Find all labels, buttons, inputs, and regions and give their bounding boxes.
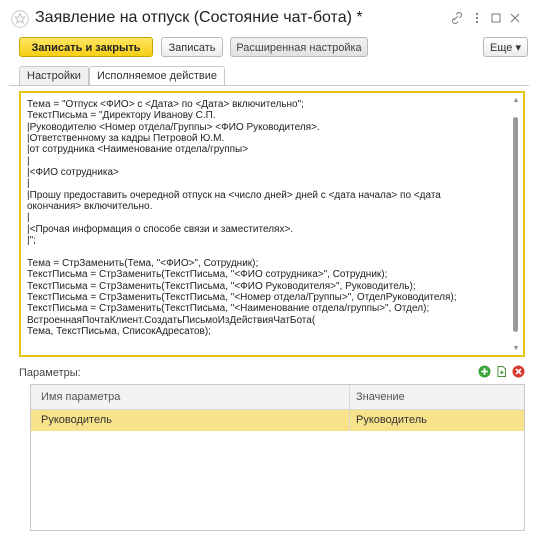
column-header-name[interactable]: Имя параметра: [41, 385, 120, 409]
more-vertical-icon[interactable]: [472, 9, 482, 27]
code-line: |Руководителю <Номер отдела/Группы> <ФИО…: [27, 121, 320, 133]
scroll-thumb[interactable]: [513, 117, 518, 332]
code-line: Тема = СтрЗаменить(Тема, "<ФИО>", Сотруд…: [27, 257, 259, 269]
code-line: ТекстПисьма = СтрЗаменить(ТекстПисьма, "…: [27, 280, 416, 292]
command-bar: Записать и закрыть Записать Расширенная …: [9, 37, 529, 61]
code-line: ТекстПисьма = СтрЗаменить(ТекстПисьма, "…: [27, 303, 430, 315]
maximize-icon[interactable]: [490, 9, 502, 27]
code-line: |: [27, 178, 30, 190]
code-line: Тема = "Отпуск <ФИО> с <Дата> по <Дата> …: [27, 99, 304, 110]
code-line: окончания> включительно.: [27, 201, 153, 213]
add-icon[interactable]: [478, 365, 491, 378]
table-header: Имя параметра Значение: [31, 385, 524, 410]
parameters-table: Имя параметра Значение Руководитель Руко…: [30, 384, 525, 531]
title-bar: Заявление на отпуск (Состояние чат-бота)…: [9, 0, 529, 36]
tabs: Настройки Исполняемое действие: [9, 66, 529, 86]
param-name-cell[interactable]: Руководитель: [41, 410, 112, 431]
parameters-label: Параметры:: [19, 367, 81, 379]
save-button[interactable]: Записать: [161, 37, 223, 57]
code-line: |от сотрудника <Наименование отдела/груп…: [27, 144, 249, 156]
code-line: |: [27, 212, 30, 224]
code-line: |Ответственному за кадры Петровой Ю.М.: [27, 133, 225, 145]
copy-icon[interactable]: [495, 365, 508, 378]
tab-divider: [9, 85, 529, 86]
close-icon[interactable]: [509, 9, 521, 27]
column-separator: [349, 385, 350, 431]
code-line: Тема, ТекстПисьма, СписокАдресатов);: [27, 325, 211, 337]
tab-settings[interactable]: Настройки: [19, 66, 89, 85]
code-line: ВстроеннаяПочтаКлиент.СоздатьПисьмоИзДей…: [27, 314, 316, 326]
code-line: |<ФИО сотрудника>: [27, 167, 119, 179]
column-header-value[interactable]: Значение: [356, 385, 405, 409]
code-line: ТекстПисьма = СтрЗаменить(ТекстПисьма, "…: [27, 269, 388, 281]
code-editor[interactable]: Тема = "Отпуск <ФИО> с <Дата> по <Дата> …: [19, 91, 525, 357]
more-button[interactable]: Еще ▾: [483, 37, 528, 57]
delete-icon[interactable]: [512, 365, 525, 378]
code-line: |<Прочая информация о способе связи и за…: [27, 223, 294, 235]
code-line: ТекстПисьма = СтрЗаменить(ТекстПисьма, "…: [27, 291, 457, 303]
table-row[interactable]: Руководитель Руководитель: [31, 410, 524, 431]
code-line: ТекстПисьма = "Директору Иванову С.П.: [27, 110, 216, 122]
link-icon[interactable]: [450, 9, 464, 27]
param-value-cell[interactable]: Руководитель: [356, 410, 427, 431]
favorite-star-icon[interactable]: [11, 10, 29, 28]
code-line: |";: [27, 235, 36, 247]
code-text: Тема = "Отпуск <ФИО> с <Дата> по <Дата> …: [27, 99, 507, 337]
form-window: Заявление на отпуск (Состояние чат-бота)…: [9, 0, 529, 533]
tab-executable-action[interactable]: Исполняемое действие: [89, 66, 225, 86]
code-line: |Прошу предоставить очередной отпуск на …: [27, 189, 441, 201]
advanced-settings-button[interactable]: Расширенная настройка: [230, 37, 368, 57]
scroll-down-icon[interactable]: ▼: [512, 345, 520, 353]
editor-scrollbar[interactable]: ▲ ▼: [512, 97, 520, 353]
window-title: Заявление на отпуск (Состояние чат-бота)…: [35, 9, 363, 26]
code-line: |: [27, 155, 30, 167]
save-and-close-button[interactable]: Записать и закрыть: [19, 37, 153, 57]
scroll-up-icon[interactable]: ▲: [512, 97, 520, 105]
